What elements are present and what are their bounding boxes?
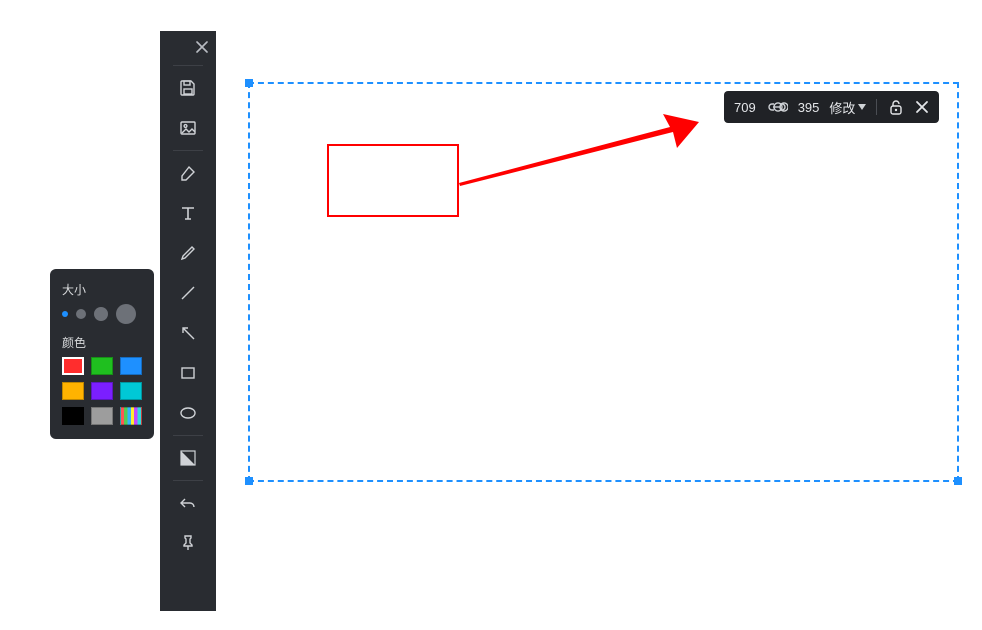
color-swatch-cyan[interactable] [120, 382, 142, 400]
size-option-1[interactable] [62, 311, 68, 317]
separator [173, 480, 203, 481]
modify-label: 修改 [829, 98, 855, 117]
size-option-4[interactable] [116, 304, 136, 324]
height-value: 395 [798, 100, 820, 115]
drawn-rectangle[interactable] [327, 144, 459, 217]
size-row [62, 304, 142, 324]
size-option-2[interactable] [76, 309, 86, 319]
close-icon[interactable] [196, 41, 208, 53]
selection-area[interactable] [248, 82, 959, 482]
color-swatch-red[interactable] [62, 357, 84, 375]
mask-icon[interactable] [160, 438, 216, 478]
image-icon[interactable] [160, 108, 216, 148]
modify-dropdown[interactable]: 修改 [829, 98, 866, 117]
color-swatch-yellow[interactable] [62, 382, 84, 400]
resize-handle-bottom-right[interactable] [954, 477, 962, 485]
text-icon[interactable] [160, 193, 216, 233]
dimension-bar: 709 395 修改 [724, 91, 939, 123]
save-icon[interactable] [160, 68, 216, 108]
separator [173, 65, 203, 66]
color-grid [62, 357, 142, 425]
color-swatch-gray[interactable] [91, 407, 113, 425]
close-icon[interactable] [915, 100, 929, 114]
options-panel: 大小 颜色 [50, 269, 154, 439]
color-label: 颜色 [62, 334, 142, 351]
toolbar [160, 31, 216, 611]
color-swatch-black[interactable] [62, 407, 84, 425]
color-swatch-rainbow[interactable] [120, 407, 142, 425]
undo-icon[interactable] [160, 483, 216, 523]
size-label: 大小 [62, 281, 142, 298]
separator [173, 435, 203, 436]
pencil-icon[interactable] [160, 233, 216, 273]
line-icon[interactable] [160, 273, 216, 313]
color-swatch-green[interactable] [91, 357, 113, 375]
ellipse-icon[interactable] [160, 393, 216, 433]
rectangle-icon[interactable] [160, 353, 216, 393]
pin-icon[interactable] [160, 523, 216, 563]
arrow-icon[interactable] [160, 313, 216, 353]
separator [173, 150, 203, 151]
width-value: 709 [734, 100, 756, 115]
separator [876, 99, 877, 115]
size-option-3[interactable] [94, 307, 108, 321]
lock-open-icon[interactable] [887, 98, 905, 116]
color-swatch-blue[interactable] [120, 357, 142, 375]
color-swatch-purple[interactable] [91, 382, 113, 400]
link-icon[interactable] [766, 101, 788, 113]
resize-handle-top-left[interactable] [245, 79, 253, 87]
eraser-icon[interactable] [160, 153, 216, 193]
resize-handle-bottom-left[interactable] [245, 477, 253, 485]
